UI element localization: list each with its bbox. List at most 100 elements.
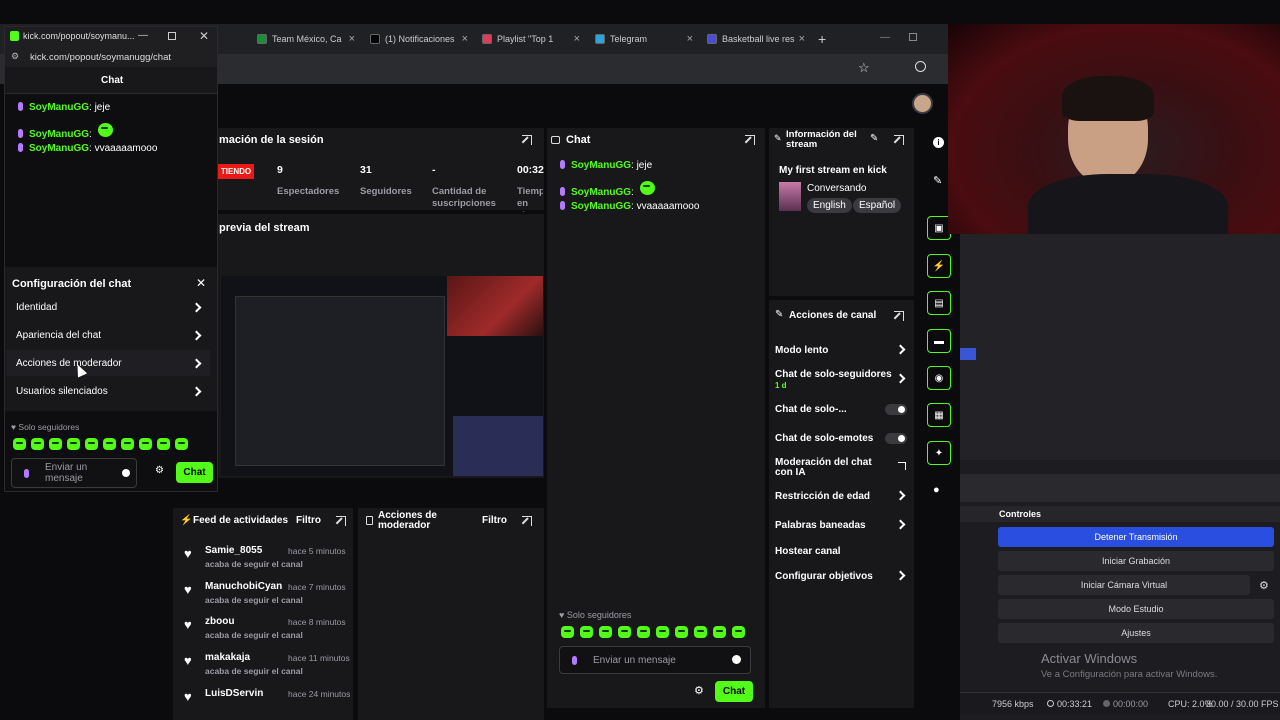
emote-icon[interactable] [580,626,593,638]
activity-user[interactable]: LuisDServin [205,688,263,699]
browser-tab[interactable]: (1) Notificaciones × [370,30,468,48]
chat-input[interactable]: Enviar un mensaje [559,646,751,674]
site-settings-icon[interactable]: ⚙ [11,51,19,62]
chat-username[interactable]: SoyManuGG [571,187,631,198]
bolt-icon[interactable]: ⚡ [927,254,951,278]
emote-icon[interactable] [13,438,26,450]
expand-icon[interactable] [745,135,755,145]
subs-only-toggle[interactable] [885,404,907,415]
emote-icon[interactable] [561,626,574,638]
chat-icon[interactable]: ▬ [927,329,951,353]
chat-username[interactable]: SoyManuGG [29,102,89,113]
mod-filter-button[interactable]: Filtro [482,515,507,526]
emote-icon[interactable] [31,438,44,450]
virtual-cam-settings-icon[interactable]: ⚙ [1259,579,1269,592]
tab-close-icon[interactable]: × [574,33,580,45]
emote-icon[interactable] [139,438,152,450]
emote-icon[interactable] [67,438,80,450]
age-restriction-label[interactable]: Restricción de edad [775,491,870,502]
popup-close-icon[interactable]: ✕ [199,29,209,43]
chat-username[interactable]: SoyManuGG [29,129,89,140]
obs-control-button[interactable]: Ajustes [998,623,1274,643]
popup-settings-gear-icon[interactable]: ⚙ [155,465,164,476]
expand-icon[interactable] [522,516,532,526]
chat-username[interactable]: SoyManuGG [571,160,631,171]
document-icon[interactable]: ▤ [927,291,951,315]
tab-close-icon[interactable]: × [349,33,355,45]
info-icon[interactable]: i [933,137,944,148]
chat-send-button[interactable]: Chat [715,681,753,702]
slow-mode-label[interactable]: Modo lento [775,345,828,356]
broadcast-icon[interactable]: ◉ [927,366,951,390]
emote-icon[interactable] [85,438,98,450]
host-channel-label[interactable]: Hostear canal [775,546,841,557]
obs-control-button[interactable]: Iniciar Grabación [998,551,1274,571]
tab-close-icon[interactable]: × [687,33,693,45]
popup-minimize-icon[interactable]: — [138,30,148,41]
emote-icon[interactable] [713,626,726,638]
emote-icon[interactable] [599,626,612,638]
tab-close-icon[interactable]: × [462,33,468,45]
ai-moderation-label[interactable]: Moderación del chat con IA [775,458,890,478]
emote-icon[interactable] [656,626,669,638]
configure-goals-label[interactable]: Configurar objetivos [775,571,873,582]
browser-tab[interactable]: Playlist "Top 1 × [482,30,580,48]
chat-username[interactable]: SoyManuGG [571,201,631,212]
expand-icon[interactable] [522,135,532,145]
emoji-icon[interactable] [732,655,741,664]
activity-user[interactable]: Samie_8055 [205,545,262,556]
popup-emote-bar[interactable] [13,438,213,452]
emote-icon[interactable] [103,438,116,450]
expand-icon[interactable] [894,135,904,145]
config-close-icon[interactable]: ✕ [196,276,206,290]
external-link-icon[interactable] [898,462,906,470]
new-tab-button[interactable]: + [818,31,826,47]
window-minimize-icon[interactable]: — [880,32,890,43]
profile-icon[interactable] [915,61,926,72]
activity-filter-button[interactable]: Filtro [296,515,321,526]
emote-icon[interactable] [157,438,170,450]
followers-only-chat-label[interactable]: Chat de solo-seguidores [775,369,892,380]
wrench-icon[interactable]: ✦ [927,441,951,465]
shield-icon[interactable]: ▦ [927,403,951,427]
activity-user[interactable]: zboou [205,616,234,627]
config-menu-item[interactable]: Identidad [6,294,210,320]
activity-user[interactable]: ManuchobiCyan [205,581,282,592]
activity-user[interactable]: makakaja [205,652,250,663]
emote-icon[interactable] [694,626,707,638]
emote-icon[interactable] [175,438,188,450]
browser-tab[interactable]: Basketball live res × [707,30,805,48]
stream-tag[interactable]: English [807,198,852,213]
user-avatar[interactable] [912,93,933,114]
emote-icon[interactable] [675,626,688,638]
emote-icon[interactable] [618,626,631,638]
emoji-icon[interactable] [122,469,130,477]
expand-icon[interactable] [336,516,346,526]
obs-control-button[interactable]: Modo Estudio [998,599,1274,619]
star-icon[interactable]: ☆ [858,60,870,76]
browser-tab[interactable]: Team México, Ca × [257,30,355,48]
obs-control-button[interactable]: Detener Transmisión [998,527,1274,547]
banned-words-label[interactable]: Palabras baneadas [775,520,866,531]
edit-icon[interactable]: ✎ [870,133,878,144]
emote-icon[interactable] [49,438,62,450]
config-menu-item[interactable]: Usuarios silenciados [6,378,210,404]
obs-control-button[interactable]: Iniciar Cámara Virtual [998,575,1250,595]
users-icon[interactable]: ● [933,484,940,496]
emote-icon[interactable] [732,626,745,638]
browser-tab[interactable]: Telegram × [595,30,693,48]
expand-icon[interactable] [894,311,904,321]
popup-chat-send-button[interactable]: Chat [176,462,213,483]
pencil-icon[interactable]: ✎ [933,174,942,187]
settings-gear-icon[interactable]: ⚙ [694,684,704,697]
emote-icon[interactable] [121,438,134,450]
emote-icon[interactable] [637,626,650,638]
emotes-only-toggle[interactable] [885,433,907,444]
stream-preview-video[interactable] [221,276,543,476]
chat-username[interactable]: SoyManuGG [29,143,89,154]
window-maximize-icon[interactable] [909,33,917,41]
tab-close-icon[interactable]: × [799,33,805,45]
emote-bar[interactable] [561,626,761,640]
config-menu-item[interactable]: Acciones de moderador [6,350,210,376]
popup-maximize-icon[interactable] [168,32,176,40]
